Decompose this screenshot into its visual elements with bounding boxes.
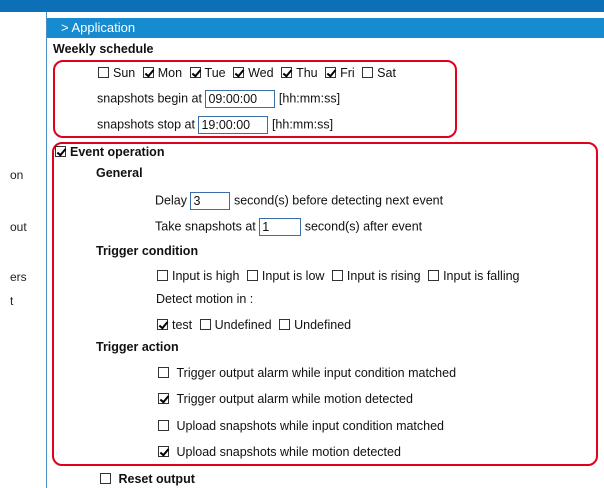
checkbox[interactable] xyxy=(158,446,169,457)
general-heading: General xyxy=(96,166,143,180)
checkbox[interactable] xyxy=(199,319,211,330)
checkbox[interactable] xyxy=(157,319,168,330)
action-input-alarm[interactable]: Trigger output alarm while input conditi… xyxy=(158,366,456,380)
snapshot-after-input[interactable]: 1 xyxy=(259,218,302,236)
checkbox[interactable] xyxy=(98,67,109,78)
checkbox[interactable] xyxy=(158,420,169,431)
stop-label: snapshots stop at xyxy=(97,117,195,132)
input-rising-option[interactable]: Input is rising xyxy=(331,267,421,285)
input-high-option[interactable]: Input is high xyxy=(157,267,239,285)
snapshot-stop-row: snapshots stop at 19:00:00 [hh:mm:ss] xyxy=(97,116,333,134)
nav-divider xyxy=(46,12,47,488)
snapshot-after-row: Take snapshots at 1 second(s) after even… xyxy=(155,218,423,236)
checkbox[interactable] xyxy=(362,67,374,78)
checkbox[interactable] xyxy=(158,393,169,404)
checkbox[interactable] xyxy=(142,67,154,78)
weekly-schedule-heading: Weekly schedule xyxy=(53,42,154,56)
checkbox[interactable] xyxy=(189,67,201,78)
checkbox[interactable] xyxy=(158,367,169,378)
begin-time-input[interactable]: 09:00:00 xyxy=(205,90,276,108)
stop-time-input[interactable]: 19:00:00 xyxy=(198,116,269,134)
snapshot-begin-row: snapshots begin at 09:00:00 [hh:mm:ss] xyxy=(97,90,340,108)
action-motion-upload[interactable]: Upload snapshots while motion detected xyxy=(158,445,401,459)
motion-window-row: test Undefined Undefined xyxy=(157,316,355,334)
left-nav-item[interactable]: ers xyxy=(10,270,27,284)
delay-row: Delay 3 second(s) before detecting next … xyxy=(155,192,444,210)
motion-window-undefined[interactable]: Undefined xyxy=(199,316,272,334)
left-nav-item[interactable]: t xyxy=(10,294,13,308)
weekday-checkbox-row: Sun Mon Tue Wed Thu Fri Sat xyxy=(98,64,400,82)
day-mon[interactable]: Mon xyxy=(142,64,182,82)
trigger-action-heading: Trigger action xyxy=(96,340,179,354)
input-condition-row: Input is high Input is low Input is risi… xyxy=(157,267,524,285)
detect-motion-label: Detect motion in : xyxy=(156,292,254,306)
time-format-hint: [hh:mm:ss] xyxy=(278,91,341,106)
checkbox[interactable] xyxy=(233,67,245,78)
input-falling-option[interactable]: Input is falling xyxy=(428,267,520,285)
day-wed[interactable]: Wed xyxy=(233,64,274,82)
top-banner xyxy=(0,0,604,12)
checkbox[interactable] xyxy=(331,270,343,281)
left-nav-item[interactable]: on xyxy=(10,168,23,182)
time-format-hint: [hh:mm:ss] xyxy=(271,117,334,132)
checkbox[interactable] xyxy=(428,270,440,281)
event-operation-toggle[interactable]: Event operation xyxy=(55,145,164,159)
left-nav-panel: on out ers t xyxy=(0,12,46,488)
motion-window-test[interactable]: test xyxy=(157,316,192,334)
checkbox[interactable] xyxy=(157,270,168,281)
begin-label: snapshots begin at xyxy=(97,91,202,106)
section-header: > Application xyxy=(47,18,604,38)
input-low-option[interactable]: Input is low xyxy=(246,267,324,285)
checkbox[interactable] xyxy=(279,319,291,330)
checkbox[interactable] xyxy=(325,67,337,78)
action-input-upload[interactable]: Upload snapshots while input condition m… xyxy=(158,419,444,433)
action-motion-alarm[interactable]: Trigger output alarm while motion detect… xyxy=(158,392,413,406)
day-tue[interactable]: Tue xyxy=(189,64,226,82)
day-sun[interactable]: Sun xyxy=(98,64,135,82)
day-sat[interactable]: Sat xyxy=(362,64,396,82)
day-fri[interactable]: Fri xyxy=(325,64,355,82)
checkbox[interactable] xyxy=(55,146,66,157)
checkbox[interactable] xyxy=(100,473,111,484)
motion-window-undefined[interactable]: Undefined xyxy=(279,316,351,334)
event-highlight-box xyxy=(52,142,598,466)
delay-input[interactable]: 3 xyxy=(190,192,231,210)
checkbox[interactable] xyxy=(281,67,293,78)
trigger-condition-heading: Trigger condition xyxy=(96,244,199,258)
left-nav-item[interactable]: out xyxy=(10,220,27,234)
reset-output-option[interactable]: Reset output xyxy=(100,472,195,486)
checkbox[interactable] xyxy=(246,270,258,281)
day-thu[interactable]: Thu xyxy=(281,64,318,82)
